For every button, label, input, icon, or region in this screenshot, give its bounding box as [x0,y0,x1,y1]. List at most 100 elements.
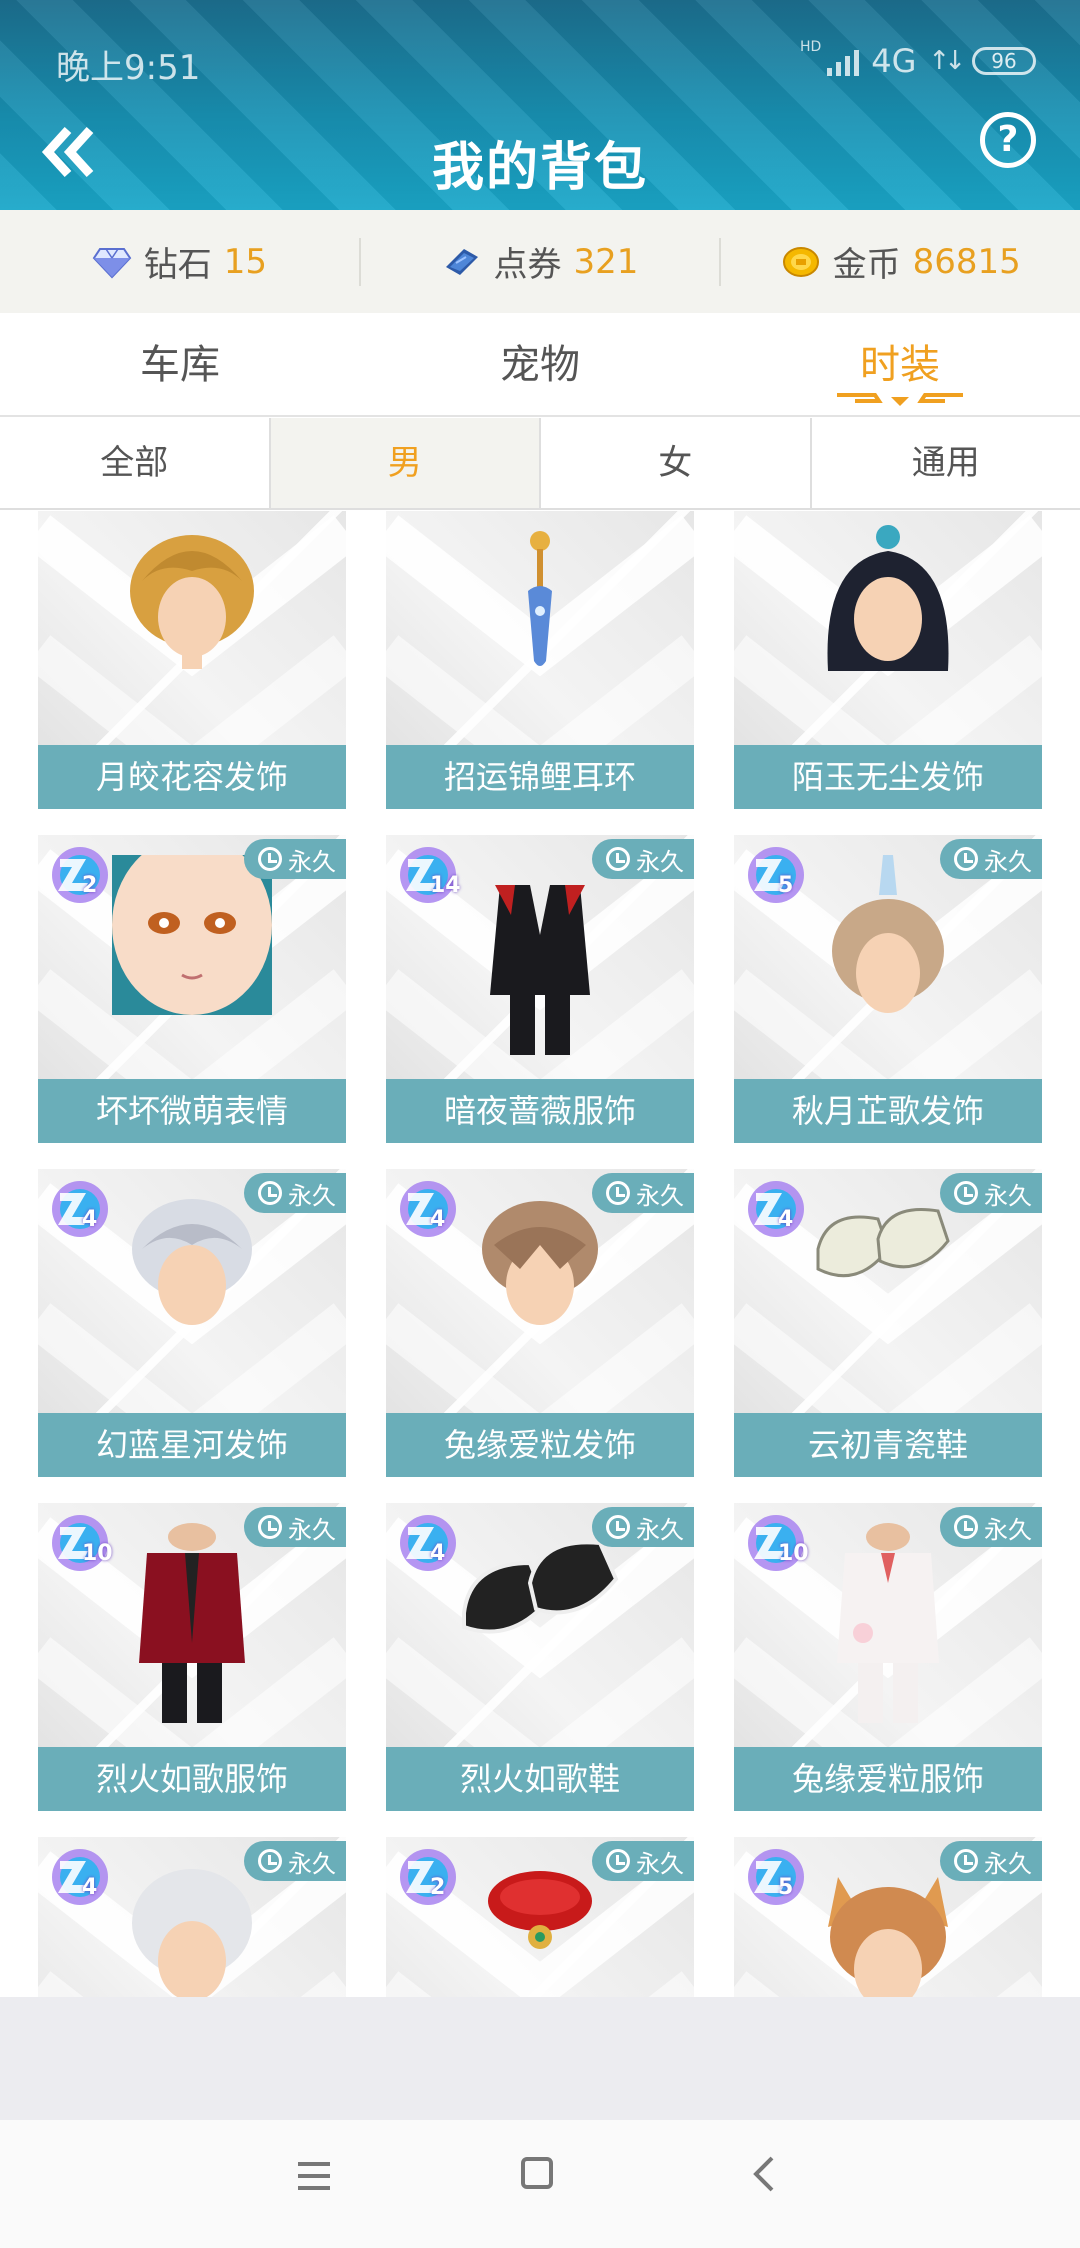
item-card[interactable]: 2 永久 坏坏微萌表情 [38,835,346,1143]
clock-icon [954,1515,978,1539]
category-tabs: 车库 宠物 时装 [0,313,1080,417]
diamond-icon [92,245,132,279]
back-icon[interactable] [748,2154,778,2194]
subtab-universal[interactable]: 通用 [809,418,1080,508]
item-card[interactable]: 14 永久暗夜蔷薇服饰 [386,835,694,1143]
status-time: 晚上9:51 [56,48,201,88]
permanent-badge: 永久 [592,1507,694,1547]
currency-coin: 金币 86815 [719,237,1080,286]
item-card[interactable]: 4 永久兔缘爱粒发饰 [386,1169,694,1477]
clock-icon [954,847,978,871]
item-card[interactable]: 陌玉无尘发饰 [734,511,1042,809]
currency-label: 金币 [832,245,901,285]
level-badge: 2 [394,1845,462,1909]
permanent-badge: 永久 [244,1173,346,1213]
level-number: 4 [82,1875,98,1900]
signal-icon [827,46,860,76]
data-activity-icon: ↑↓ [928,46,965,76]
currency-label: 钻石 [143,245,212,285]
permanent-label: 永久 [636,847,684,876]
tab-garage[interactable]: 车库 [0,313,360,415]
level-badge: 4 [394,1177,462,1241]
currency-ticket: 点券 321 [358,237,720,286]
item-image [112,1857,272,1997]
item-card[interactable]: 4 永久 烈火如歌鞋 [386,1503,694,1811]
item-image [808,521,968,685]
level-badge: 4 [46,1177,114,1241]
clock-icon [954,1849,978,1873]
item-card[interactable]: 5 永久 秋月芷歌发饰 [734,835,1042,1143]
clock-icon [954,1181,978,1205]
item-grid-area[interactable]: 月皎花容发饰 招运锦鲤耳环 陌玉无尘发饰 2 永久 坏坏微萌表情 14 永久 暗夜蔷薇服饰 5 永久… [0,511,1080,1997]
item-card[interactable]: 4 永久幻蓝星河发饰 [38,1169,346,1477]
item-image [475,855,605,1059]
subtab-female[interactable]: 女 [539,418,810,508]
permanent-label: 永久 [984,1181,1032,1210]
level-number: 4 [82,1207,98,1232]
level-badge: 2 [46,843,114,907]
clock-icon [258,1515,282,1539]
level-number: 2 [82,873,98,898]
permanent-badge: 永久 [940,839,1042,879]
permanent-label: 永久 [984,847,1032,876]
level-number: 14 [430,873,461,898]
item-card[interactable]: 月皎花容发饰 [38,511,346,809]
item-name: 云初青瓷鞋 [734,1413,1042,1477]
level-number: 10 [82,1541,113,1566]
hd-indicator: HD [799,39,822,55]
permanent-label: 永久 [288,1515,336,1544]
sub-tabs: 全部 男 女 通用 [0,418,1080,510]
permanent-label: 永久 [288,1181,336,1210]
level-badge: 4 [742,1177,810,1241]
tab-fashion-label: 时装 [860,342,940,388]
currency-bar: 钻石 15 点券 321 金币 86815 [0,210,1080,313]
tab-fashion[interactable]: 时装 [720,313,1080,415]
item-name: 陌玉无尘发饰 [734,745,1042,809]
item-card[interactable]: 10 永久 烈火如歌服饰 [38,1503,346,1811]
level-number: 10 [778,1541,809,1566]
help-icon[interactable]: ? [980,112,1036,168]
item-name: 暗夜蔷薇服饰 [386,1079,694,1143]
item-name: 幻蓝星河发饰 [38,1413,346,1477]
bottom-blank-area [0,1997,1080,2120]
currency-value: 321 [573,241,639,282]
level-number: 4 [430,1541,446,1566]
permanent-badge: 永久 [940,1507,1042,1547]
permanent-label: 永久 [636,1181,684,1210]
level-badge: 4 [394,1511,462,1575]
level-badge: 5 [742,1845,810,1909]
permanent-badge: 永久 [592,1841,694,1881]
level-badge: 10 [46,1511,114,1575]
item-name: 兔缘爱粒发饰 [386,1413,694,1477]
item-image [808,1857,968,1997]
permanent-badge: 永久 [244,839,346,879]
subtab-all[interactable]: 全部 [0,418,269,508]
clock-icon [606,847,630,871]
menu-icon[interactable] [296,2158,332,2194]
clock-icon [606,1849,630,1873]
permanent-label: 永久 [984,1849,1032,1878]
permanent-label: 永久 [288,1849,336,1878]
item-card[interactable]: 4 永久云初青瓷鞋 [734,1169,1042,1477]
item-card[interactable]: 招运锦鲤耳环 [386,511,694,809]
level-badge: 4 [46,1845,114,1909]
currency-label: 点券 [493,245,562,285]
item-image [112,521,272,675]
clock-icon [606,1515,630,1539]
item-image [112,1189,272,1353]
item-card[interactable]: 4 永久 [38,1837,346,1997]
item-card[interactable]: 5 永久 [734,1837,1042,1997]
level-number: 2 [430,1875,446,1900]
item-image [510,521,570,685]
permanent-label: 永久 [984,1515,1032,1544]
header: 晚上9:51 HD 4G ↑↓ 96 我的背包 ? [0,0,1080,210]
tab-pets[interactable]: 宠物 [360,313,720,415]
item-name: 秋月芷歌发饰 [734,1079,1042,1143]
currency-diamond: 钻石 15 [0,238,359,286]
clock-icon [258,1849,282,1873]
item-card[interactable]: 10 永久 兔缘爱粒服饰 [734,1503,1042,1811]
item-card[interactable]: 2 永久 [386,1837,694,1997]
permanent-badge: 永久 [940,1841,1042,1881]
subtab-male[interactable]: 男 [268,418,539,508]
home-icon[interactable] [521,2157,553,2189]
